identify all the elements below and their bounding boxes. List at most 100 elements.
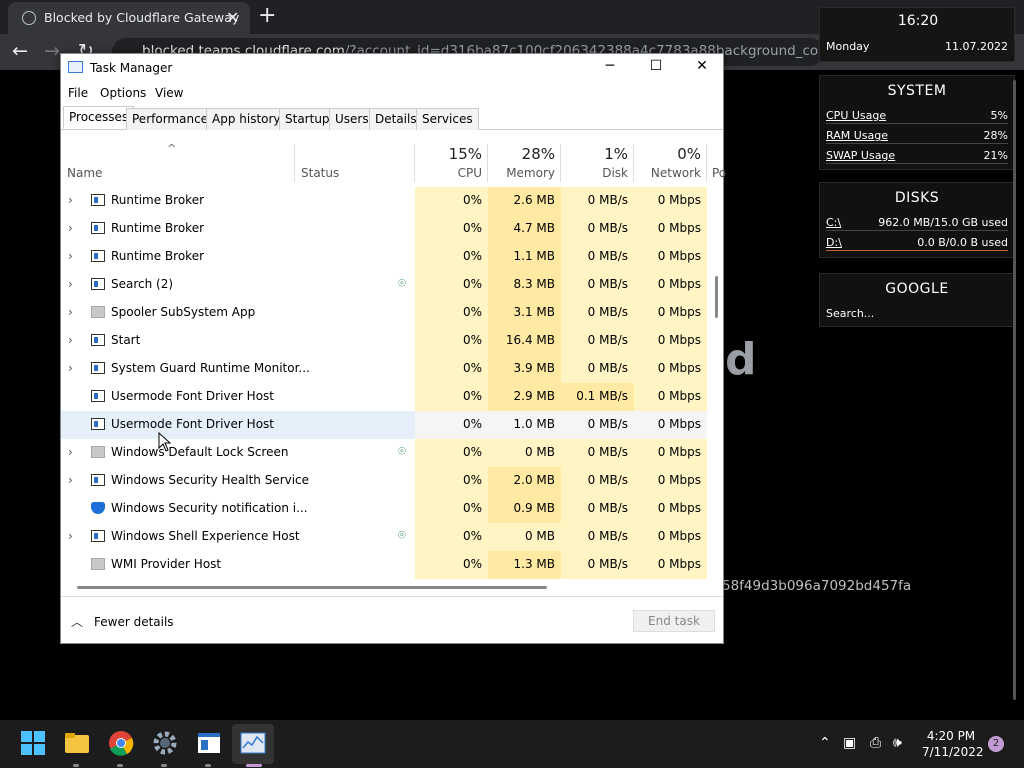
- expand-chevron-icon[interactable]: ›: [68, 221, 73, 235]
- app-window-icon: [91, 390, 105, 402]
- chrome-icon[interactable]: [108, 730, 134, 756]
- disk-d-label[interactable]: D:\: [826, 236, 842, 249]
- cpu-cell: 0%: [415, 383, 488, 411]
- printer-icon: [91, 306, 105, 318]
- column-status[interactable]: Status: [301, 166, 339, 180]
- efficiency-leaf-icon: ⌾: [398, 276, 406, 291]
- table-row[interactable]: › Runtime Broker 0% 4.7 MB 0 MB/s 0 Mbps: [61, 215, 707, 243]
- tablet-icon[interactable]: ▣: [843, 735, 856, 751]
- globe-icon: [22, 11, 36, 25]
- table-row[interactable]: › System Guard Runtime Monitor... 0% 3.9…: [61, 355, 707, 383]
- tab-processes[interactable]: Processes: [63, 106, 135, 129]
- table-row[interactable]: › Start 0% 16.4 MB 0 MB/s 0 Mbps: [61, 327, 707, 355]
- process-name: Runtime Broker: [111, 221, 205, 235]
- end-task-button[interactable]: End task: [633, 610, 715, 632]
- disk-cell: 0.1 MB/s: [561, 383, 634, 411]
- minimize-icon[interactable]: ─: [595, 58, 625, 74]
- cpu-usage-label[interactable]: CPU Usage: [826, 109, 886, 122]
- ram-usage-label[interactable]: RAM Usage: [826, 129, 888, 142]
- fewer-details-link[interactable]: Fewer details: [94, 615, 174, 629]
- expand-chevron-icon[interactable]: ›: [68, 277, 73, 291]
- browser-tab[interactable]: Blocked by Cloudflare Gateway ✕: [8, 2, 250, 34]
- tab-app-history[interactable]: App history: [206, 108, 287, 130]
- expand-chevron-icon[interactable]: ›: [68, 473, 73, 487]
- expand-chevron-icon[interactable]: ›: [68, 445, 73, 459]
- table-row[interactable]: › Spooler SubSystem App 0% 3.1 MB 0 MB/s…: [61, 299, 707, 327]
- app-window-icon: [91, 362, 105, 374]
- tab-performance[interactable]: Performance: [126, 108, 215, 130]
- new-tab-icon[interactable]: +: [258, 3, 276, 28]
- google-widget: GOOGLE Search...: [819, 273, 1015, 327]
- column-name[interactable]: Name: [67, 166, 102, 180]
- disk-cell: 0 MB/s: [561, 523, 634, 551]
- table-row[interactable]: › Windows Security Health Service 0% 2.0…: [61, 467, 707, 495]
- column-disk[interactable]: 1% Disk: [561, 142, 634, 182]
- process-name: System Guard Runtime Monitor...: [111, 361, 310, 375]
- table-row[interactable]: Windows Security notification i... 0% 0.…: [61, 495, 707, 523]
- network-cell: 0 Mbps: [634, 299, 707, 327]
- tab-details[interactable]: Details: [369, 108, 423, 130]
- expand-chevron-icon[interactable]: ›: [68, 333, 73, 347]
- google-search-input[interactable]: Search...: [826, 307, 874, 320]
- disk-cell: 0 MB/s: [561, 551, 634, 579]
- cpu-cell: 0%: [415, 187, 488, 215]
- chevron-up-tray-icon[interactable]: ⌃: [819, 735, 831, 751]
- menu-file[interactable]: File: [68, 86, 88, 100]
- table-row[interactable]: › Windows Shell Experience Host ⌾ 0% 0 M…: [61, 523, 707, 551]
- expand-chevron-icon[interactable]: ›: [68, 193, 73, 207]
- tab-users[interactable]: Users: [329, 108, 375, 130]
- close-icon[interactable]: ✕: [687, 58, 717, 74]
- back-arrow-icon[interactable]: ←: [12, 40, 28, 62]
- disk-c-label[interactable]: C:\: [826, 216, 841, 229]
- memory-cell: 0 MB: [488, 523, 561, 551]
- settings-gear-icon[interactable]: [152, 730, 178, 756]
- tab-services[interactable]: Services: [416, 108, 479, 130]
- network-cell: 0 Mbps: [634, 215, 707, 243]
- network-cell: 0 Mbps: [634, 523, 707, 551]
- close-tab-icon[interactable]: ✕: [226, 8, 239, 27]
- table-row[interactable]: › Runtime Broker 0% 1.1 MB 0 MB/s 0 Mbps: [61, 243, 707, 271]
- taskbar-clock[interactable]: 4:20 PM 7/11/2022: [922, 728, 984, 760]
- column-memory[interactable]: 28% Memory: [488, 142, 561, 182]
- menu-options[interactable]: Options: [100, 86, 146, 100]
- maximize-icon[interactable]: ☐: [641, 58, 671, 74]
- wmi-provider-icon: [91, 558, 105, 570]
- windows-start-icon[interactable]: [20, 730, 46, 756]
- network-total: 0%: [677, 145, 701, 163]
- expand-chevron-icon[interactable]: ›: [68, 529, 73, 543]
- table-row[interactable]: › Runtime Broker 0% 2.6 MB 0 MB/s 0 Mbps: [61, 187, 707, 215]
- chevron-up-icon[interactable]: ︿: [71, 613, 83, 630]
- vertical-scrollbar[interactable]: [715, 276, 718, 318]
- menu-view[interactable]: View: [155, 86, 183, 100]
- column-power[interactable]: Po: [712, 166, 726, 180]
- disks-widget: DISKS C:\ 962.0 MB/15.0 GB used D:\ 0.0 …: [819, 182, 1015, 258]
- expand-chevron-icon[interactable]: ›: [68, 305, 73, 319]
- volume-icon[interactable]: 🕪: [893, 735, 902, 751]
- file-explorer-icon[interactable]: [64, 730, 90, 756]
- network-cell: 0 Mbps: [634, 551, 707, 579]
- table-row[interactable]: › Search (2) ⌾ 0% 8.3 MB 0 MB/s 0 Mbps: [61, 271, 707, 299]
- column-cpu[interactable]: 15% CPU: [415, 142, 488, 182]
- network-icon[interactable]: ⎙: [870, 735, 881, 751]
- app-window-taskbar-icon[interactable]: [196, 730, 222, 756]
- memory-cell: 1.0 MB: [488, 411, 561, 439]
- table-row[interactable]: Usermode Font Driver Host 0% 2.9 MB 0.1 …: [61, 383, 707, 411]
- disk-d-row: D:\ 0.0 B/0.0 B used: [826, 235, 1008, 251]
- notification-badge[interactable]: 2: [988, 736, 1004, 752]
- expand-chevron-icon[interactable]: ›: [68, 249, 73, 263]
- tab-startup[interactable]: Startup: [279, 108, 336, 130]
- table-row[interactable]: WMI Provider Host 0% 1.3 MB 0 MB/s 0 Mbp…: [61, 551, 707, 579]
- network-cell: 0 Mbps: [634, 271, 707, 299]
- process-name: Windows Default Lock Screen: [111, 445, 289, 459]
- task-manager-taskbar-icon[interactable]: [240, 730, 266, 756]
- horizontal-scrollbar[interactable]: [77, 586, 547, 589]
- disk-cell: 0 MB/s: [561, 215, 634, 243]
- system-widget: SYSTEM CPU Usage 5% RAM Usage 28% SWAP U…: [819, 75, 1015, 170]
- page-scrollbar[interactable]: [1012, 80, 1017, 720]
- column-network[interactable]: 0% Network: [634, 142, 707, 182]
- disk-cell: 0 MB/s: [561, 327, 634, 355]
- forward-arrow-icon[interactable]: →: [44, 40, 60, 62]
- memory-cell: 2.6 MB: [488, 187, 561, 215]
- swap-usage-label[interactable]: SWAP Usage: [826, 149, 895, 162]
- expand-chevron-icon[interactable]: ›: [68, 361, 73, 375]
